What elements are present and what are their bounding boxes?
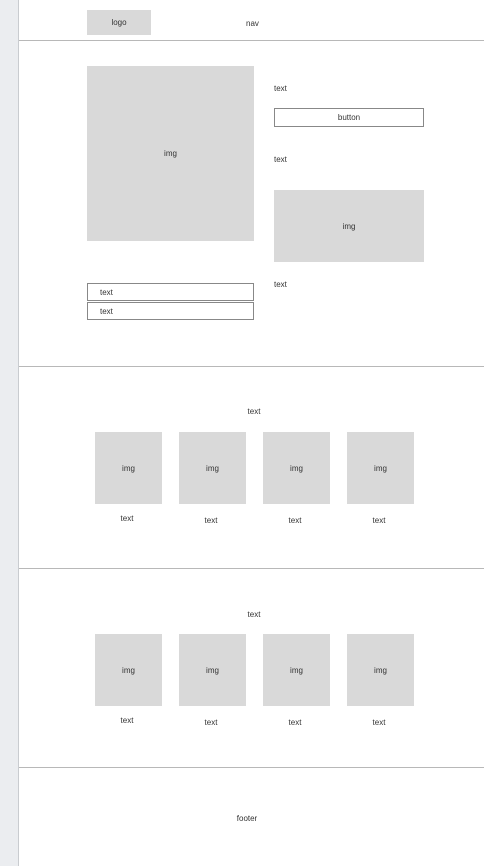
gallery-1-caption-1: text [120,514,134,523]
gallery-2-caption-2: text [204,718,218,727]
gallery-1-image-2: img [179,432,246,504]
gallery-1-image-1-label: img [122,463,135,473]
gallery-2-image-1-label: img [122,665,135,675]
gallery-1-image-3-label: img [290,463,303,473]
gallery-2-image-1: img [95,634,162,706]
gallery-1-image-1: img [95,432,162,504]
gallery-1-caption-4: text [372,516,386,525]
gallery-1-caption-2: text [204,516,218,525]
gallery-2-image-2-label: img [206,665,219,675]
gallery-1-divider [19,568,484,569]
gallery-1-image-4-label: img [374,463,387,473]
hero-list-item-2: text [87,302,254,320]
gallery-2-image-2: img [179,634,246,706]
hero-list-item-2-label: text [100,306,113,316]
gallery-2-caption-4: text [372,718,386,727]
gallery-1-image-3: img [263,432,330,504]
gallery-1-image-2-label: img [206,463,219,473]
gallery-2-heading: text [247,610,261,619]
gallery-2-divider [19,767,484,768]
footer: footer [236,814,258,823]
hero-side-image: img [274,190,424,262]
gallery-2-caption-1: text [120,716,134,725]
wireframe-canvas: logo nav img text button text img text t… [18,0,484,866]
gallery-2-image-3: img [263,634,330,706]
gallery-1-caption-3: text [288,516,302,525]
hero-text-1: text [274,84,287,93]
header-divider [19,40,484,41]
nav[interactable]: nav [246,19,259,28]
hero-button-label: button [337,113,361,122]
hero-button[interactable]: button [274,108,424,127]
hero-side-image-label: img [342,221,356,231]
hero-text-2: text [274,155,287,164]
hero-divider [19,366,484,367]
hero-main-image: img [87,66,254,241]
hero-main-image-label: img [164,149,177,158]
logo[interactable]: logo [87,10,151,35]
gallery-2-image-3-label: img [290,665,303,675]
hero-text-3: text [274,280,287,289]
gallery-2-caption-3: text [288,718,302,727]
hero-list-item-1: text [87,283,254,301]
gallery-2-image-4: img [347,634,414,706]
gallery-1-heading: text [247,407,261,416]
logo-label: logo [111,18,127,27]
hero-list-item-1-label: text [100,287,113,297]
gallery-1-image-4: img [347,432,414,504]
gallery-2-image-4-label: img [374,665,387,675]
